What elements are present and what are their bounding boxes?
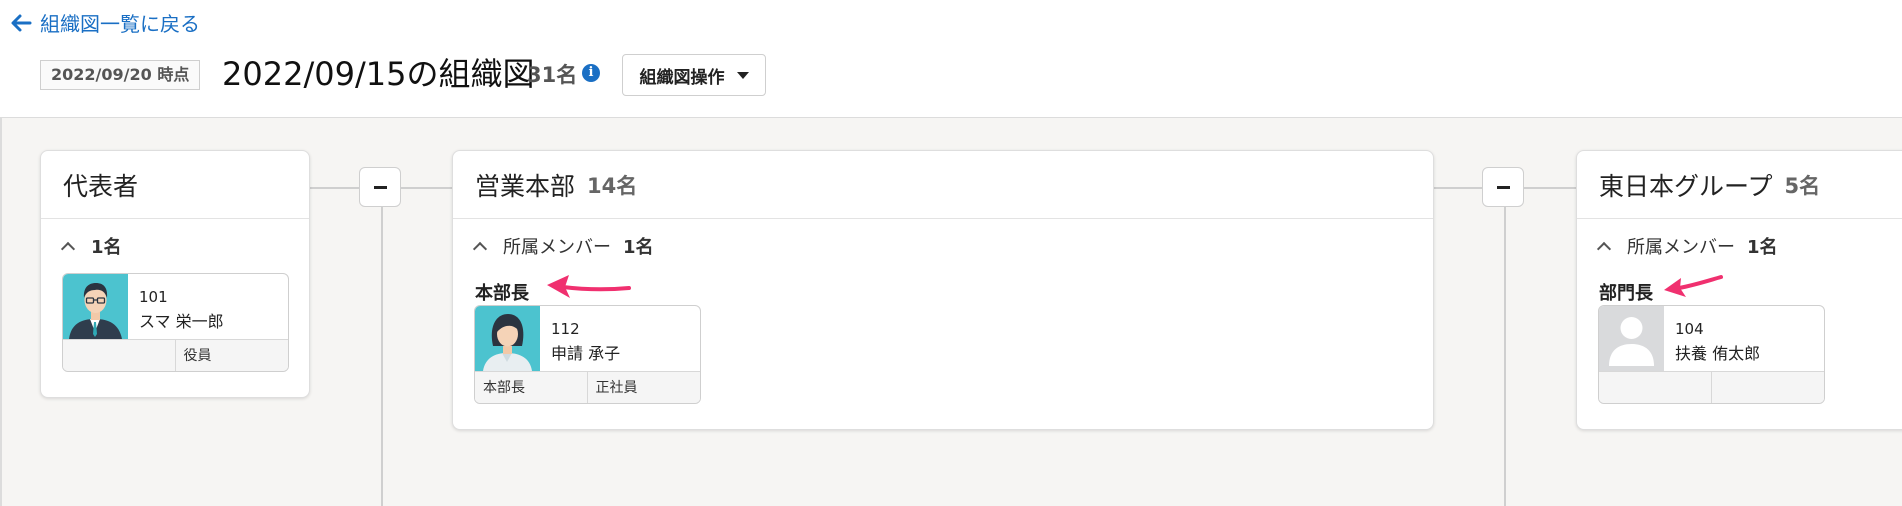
member-card-footer: 本部長 正社員 (475, 371, 700, 403)
info-icon[interactable]: i (582, 64, 600, 82)
member-card[interactable]: 104 扶養 侑太郎 (1598, 305, 1825, 404)
employment-type: 正社員 (595, 380, 638, 396)
members-section-toggle[interactable]: 所属メンバー 1名 (472, 233, 654, 259)
org-card-representative: 代表者 1名 101 スマ 栄一郎 役員 (40, 150, 310, 398)
members-section-toggle[interactable]: 1名 (60, 233, 122, 259)
collapse-button[interactable] (1482, 167, 1524, 207)
org-chart-actions-dropdown[interactable]: 組織図操作 (622, 54, 766, 96)
male-avatar (63, 274, 128, 339)
connector-line (381, 187, 383, 506)
member-card[interactable]: 112 申請 承子 本部長 正社員 (474, 305, 701, 404)
org-card-east-japan-group: 東日本グループ 5名 所属メンバー 1名 部門長 104 扶養 侑太郎 (1576, 150, 1902, 430)
section-label: 所属メンバー (503, 237, 611, 258)
back-to-org-list-link[interactable]: 組織図一覧に戻る (10, 8, 200, 37)
employee-number: 104 (1675, 320, 1704, 338)
employee-number: 101 (139, 288, 168, 306)
page-title: 2022/09/15の組織図 (222, 55, 535, 93)
employee-name: スマ 栄一郎 (139, 312, 224, 331)
member-position (63, 340, 176, 371)
role-label: 本部長 (475, 283, 529, 304)
employee-number: 112 (551, 320, 580, 338)
section-count: 1名 (1747, 237, 1778, 258)
member-card-footer: 役員 (63, 339, 288, 371)
members-section-toggle[interactable]: 所属メンバー 1名 (1596, 233, 1778, 259)
member-position: 本部長 (475, 372, 588, 403)
org-chart-actions-label: 組織図操作 (639, 67, 725, 88)
total-member-count: 31名 (527, 63, 578, 87)
employment-type (1712, 372, 1825, 403)
card-header: 営業本部 14名 (453, 151, 1433, 219)
arrow-left-icon (11, 14, 32, 31)
card-member-count: 14名 (587, 173, 638, 198)
card-title: 営業本部 (475, 171, 576, 201)
connector-line (1504, 187, 1506, 506)
card-title: 代表者 (63, 171, 139, 201)
chevron-up-icon[interactable] (60, 241, 76, 257)
member-card-footer (1599, 371, 1825, 403)
card-header: 代表者 (41, 151, 309, 219)
as-of-date-badge: 2022/09/20 時点 (40, 60, 201, 90)
employee-name: 扶養 侑太郎 (1675, 344, 1761, 363)
org-chart-canvas[interactable]: 代表者 1名 101 スマ 栄一郎 役員 営業本部 14名 所属メンバー 1名 … (0, 118, 1902, 506)
caret-down-icon (736, 71, 749, 79)
employment-type: 役員 (183, 348, 212, 364)
placeholder-avatar (1599, 306, 1664, 371)
back-link-label: 組織図一覧に戻る (40, 12, 200, 36)
collapse-button[interactable] (359, 167, 401, 207)
card-title: 東日本グループ (1599, 171, 1773, 201)
org-card-sales-hq: 営業本部 14名 所属メンバー 1名 本部長 112 申請 承子 本部長 正社員 (452, 150, 1434, 430)
member-card[interactable]: 101 スマ 栄一郎 役員 (62, 273, 289, 372)
top-header: 組織図一覧に戻る 2022/09/20 時点 2022/09/15の組織図 31… (0, 0, 1902, 118)
annotation-arrow (1664, 275, 1723, 297)
employee-name: 申請 承子 (551, 344, 621, 363)
section-count: 1名 (623, 237, 654, 258)
card-member-count: 5名 (1784, 173, 1821, 198)
chevron-up-icon[interactable] (1596, 241, 1612, 257)
female-avatar (475, 306, 540, 371)
section-count: 1名 (91, 237, 122, 258)
role-label: 部門長 (1599, 283, 1653, 304)
card-header: 東日本グループ 5名 (1577, 151, 1902, 219)
chevron-up-icon[interactable] (472, 241, 488, 257)
section-label: 所属メンバー (1627, 237, 1735, 258)
member-position (1599, 372, 1712, 403)
annotation-arrow (547, 275, 631, 298)
